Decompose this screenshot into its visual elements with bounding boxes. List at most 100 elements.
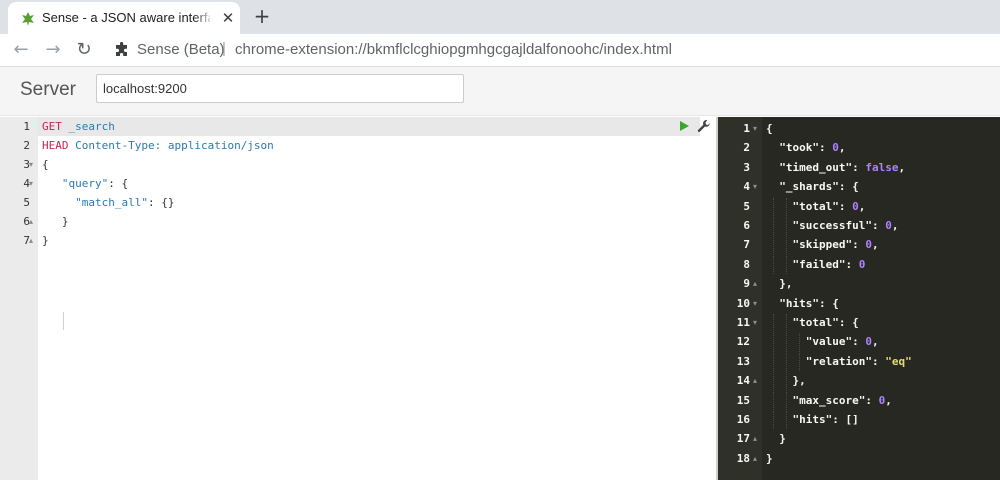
fold-arrow-icon[interactable]: ▾	[753, 313, 763, 332]
json-value: 0	[852, 199, 859, 213]
json-value: 0	[865, 238, 872, 252]
wrench-icon[interactable]	[697, 119, 711, 133]
json-value: false	[865, 160, 899, 174]
indent-guide	[63, 312, 64, 330]
json-token: "hits": []	[792, 413, 859, 426]
fold-arrow-icon[interactable]: ▴	[753, 429, 763, 448]
request-line-7: }	[42, 234, 49, 247]
indent-guide	[773, 333, 774, 352]
fold-arrow-icon[interactable]: ▴	[29, 231, 39, 250]
new-tab-button[interactable]: +	[252, 6, 272, 26]
indent-guide	[773, 197, 774, 216]
json-value: 0	[832, 141, 839, 155]
json-key: "query"	[61, 177, 109, 190]
fold-arrow-icon[interactable]: ▾	[753, 294, 763, 313]
response-line: {	[766, 119, 773, 138]
request-line-6: }	[42, 212, 69, 231]
response-pane[interactable]: 1 ▾ 2 3 4 ▾ 5 6 7 8 9 ▴ 10 ▾ 11 ▾ 12 13 14 ▴ 15 16 17 ▴ 18 ▴ { "t…	[718, 117, 1000, 480]
indent-guide	[773, 411, 774, 430]
indent-guide	[773, 236, 774, 255]
indent-guide	[786, 411, 788, 430]
fold-arrow-icon[interactable]: ▾	[29, 174, 39, 193]
json-token: "failed":	[792, 257, 859, 271]
line-number: 1	[23, 120, 30, 133]
fold-arrow-icon[interactable]: ▴	[753, 274, 763, 293]
json-punct: : {}	[147, 196, 175, 209]
response-line-number: 16	[736, 413, 750, 426]
line-number: 5	[23, 196, 30, 209]
response-line: "relation": "eq"	[766, 352, 912, 371]
indent-guide	[773, 372, 774, 391]
json-value: 0	[858, 257, 866, 271]
site-origin-label[interactable]: Sense (Beta)	[137, 41, 225, 59]
reload-icon[interactable]: ↻	[73, 39, 95, 61]
json-token: },	[779, 277, 793, 291]
request-path: _search	[68, 120, 115, 133]
response-line: "_shards": {	[766, 177, 859, 196]
json-token: ,	[891, 219, 899, 232]
response-line-number: 13	[736, 354, 750, 368]
fold-arrow-icon[interactable]: ▴	[753, 371, 763, 390]
response-line-number: 2	[743, 141, 750, 155]
indent-guide	[773, 217, 774, 236]
indent-guide	[773, 255, 774, 275]
indent-guide	[786, 352, 788, 372]
address-toolbar: ← → ↻ Sense (Beta) | chrome-extension://…	[0, 34, 1000, 66]
response-line-number: 9	[743, 277, 750, 291]
header-value: Content-Type: application/json	[75, 139, 274, 152]
json-token: "took":	[779, 141, 833, 155]
tab-title-fade	[194, 8, 214, 28]
response-line: },	[766, 274, 793, 293]
response-line-number: 1	[743, 122, 750, 135]
response-line-number: 15	[736, 393, 750, 407]
indent-guide	[786, 236, 788, 255]
response-line-number: 4	[743, 180, 750, 194]
json-token: "successful":	[792, 219, 886, 232]
json-value: "eq"	[885, 354, 912, 368]
response-line-number: 10	[736, 296, 750, 310]
response-line: "hits": []	[766, 410, 859, 429]
json-token: },	[792, 374, 806, 388]
indent-guide	[799, 333, 801, 352]
indent-guide	[786, 333, 788, 352]
response-line: "total": {	[766, 313, 859, 332]
fold-arrow-icon[interactable]: ▾	[753, 177, 763, 196]
response-line-number: 7	[743, 238, 750, 252]
indent-guide	[786, 314, 788, 333]
json-token: ,	[871, 238, 879, 252]
indent-guide	[786, 217, 788, 236]
fold-arrow-icon[interactable]: ▴	[29, 212, 39, 231]
json-token: ,	[858, 199, 866, 213]
browser-tab[interactable]: Sense - a JSON aware interface ✕	[8, 2, 240, 34]
json-token: "hits": {	[779, 296, 839, 310]
indent-guide	[773, 391, 774, 410]
server-input[interactable]	[96, 74, 464, 103]
json-token: "total": {	[792, 316, 859, 329]
json-token: "timed_out":	[779, 160, 866, 174]
json-value: 0	[865, 335, 872, 349]
back-icon[interactable]: ←	[10, 39, 32, 61]
header-keyword: HEAD	[42, 139, 69, 152]
json-key: "match_all"	[75, 196, 148, 209]
sense-leaf-icon	[22, 12, 34, 26]
json-token: "_shards": {	[779, 180, 859, 194]
json-token: ,	[898, 160, 906, 174]
json-token: ,	[871, 335, 879, 349]
forward-icon[interactable]: →	[42, 39, 64, 61]
tab-title: Sense - a JSON aware interface	[42, 10, 210, 25]
request-line-2: HEAD Content-Type: application/json	[42, 136, 274, 155]
json-token: "value":	[805, 335, 866, 349]
fold-arrow-icon[interactable]: ▾	[753, 119, 763, 138]
response-line-number: 8	[743, 257, 750, 271]
url-separator: |	[222, 40, 226, 57]
response-line: "value": 0,	[766, 332, 879, 351]
fold-arrow-icon[interactable]: ▴	[753, 449, 763, 468]
close-icon[interactable]: ✕	[220, 10, 236, 26]
request-editor[interactable]: 1 2 3 4 5 6 7 ▾ ▾ ▴ ▴ GET _search HEAD C…	[0, 117, 710, 480]
indent-guide	[786, 372, 788, 391]
active-line-highlight	[38, 117, 700, 136]
fold-arrow-icon[interactable]: ▾	[29, 155, 39, 174]
line-number: 4	[23, 177, 30, 190]
play-icon[interactable]	[680, 121, 689, 131]
address-bar[interactable]: chrome-extension://bkmflclcghiopgmhgcgaj…	[235, 41, 672, 59]
